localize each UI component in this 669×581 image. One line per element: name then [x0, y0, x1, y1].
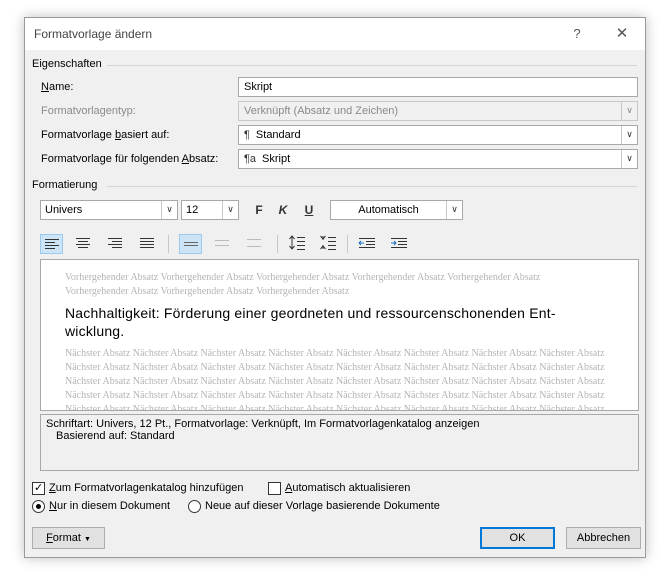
italic-button[interactable]: K	[275, 201, 291, 219]
close-icon[interactable]: ✕	[612, 24, 632, 44]
toolbar-separator	[347, 235, 348, 253]
sample-text: Nachhaltigkeit: Förderung einer geordnet…	[65, 305, 556, 339]
align-center-button[interactable]	[72, 234, 95, 254]
one-half-spacing-icon	[215, 240, 229, 246]
dialog-title: Formatvorlage ändern	[34, 27, 153, 41]
properties-section-label: Eigenschaften	[32, 58, 102, 70]
align-center-icon	[76, 238, 90, 248]
style-type-value: Verknüpft (Absatz und Zeichen)	[244, 105, 399, 117]
previous-paragraph-text: Vorhergehender Absatz Vorhergehender Abs…	[65, 272, 541, 297]
toolbar-separator	[277, 235, 278, 253]
next-paragraph-value: Skript	[262, 153, 291, 165]
align-left-button[interactable]	[40, 234, 63, 254]
only-this-document-label[interactable]: Nur in diesem Dokument	[49, 500, 170, 512]
increase-indent-button[interactable]	[387, 234, 410, 254]
checkmark-icon: ✓	[34, 482, 44, 494]
auto-update-checkbox[interactable]	[268, 482, 281, 495]
justify-icon	[140, 238, 154, 248]
based-on-select[interactable]: ¶ Standard ∨	[238, 125, 638, 145]
based-on-label: Formatvorlage basiert auf:	[41, 129, 170, 141]
based-on-value: Standard	[255, 129, 301, 141]
spacing-after-icon	[320, 235, 336, 250]
name-input[interactable]: Skript	[238, 77, 638, 97]
new-documents-label[interactable]: Neue auf dieser Vorlage basierende Dokum…	[205, 500, 440, 512]
single-spacing-button[interactable]	[179, 234, 202, 254]
radio-selected-dot	[36, 504, 41, 509]
ok-button[interactable]: OK	[480, 527, 555, 549]
align-right-button[interactable]	[104, 234, 127, 254]
formatting-divider	[107, 186, 637, 187]
chevron-down-icon[interactable]: ∨	[222, 201, 238, 219]
decrease-spacing-before-button[interactable]	[316, 234, 339, 254]
font-value: Univers	[45, 204, 83, 216]
add-to-gallery-label[interactable]: Zum Formatvorlagenkatalog hinzufügen	[49, 482, 243, 494]
linked-style-icon: ¶a	[244, 153, 257, 165]
only-this-document-radio[interactable]	[32, 500, 45, 513]
align-left-icon	[45, 239, 59, 249]
next-paragraph-text: Nächster Absatz Nächster Absatz Nächster…	[65, 348, 605, 411]
auto-update-label[interactable]: Automatisch aktualisieren	[285, 482, 410, 494]
align-right-icon	[108, 238, 122, 248]
help-icon[interactable]: ?	[567, 24, 587, 44]
toolbar-separator	[168, 235, 169, 253]
one-half-spacing-button[interactable]	[211, 234, 234, 254]
title-bar: Formatvorlage ändern ? ✕	[25, 18, 645, 50]
next-paragraph-label: Formatvorlage für folgenden Absatz:	[41, 153, 219, 165]
style-preview: Vorhergehender Absatz Vorhergehender Abs…	[40, 259, 639, 411]
chevron-down-icon[interactable]: ∨	[161, 201, 177, 219]
underline-button[interactable]: U	[301, 201, 317, 219]
next-paragraph-select[interactable]: ¶a Skript ∨	[238, 149, 638, 169]
caret-down-icon: ▼	[83, 536, 91, 543]
bold-button[interactable]: F	[251, 201, 267, 219]
chevron-down-icon[interactable]: ∨	[621, 126, 637, 144]
font-size-value: 12	[186, 204, 199, 216]
spacing-before-icon	[289, 235, 305, 250]
font-color-select[interactable]: Automatisch ∨	[330, 200, 463, 220]
increase-indent-icon	[391, 238, 407, 248]
single-spacing-icon	[184, 242, 198, 246]
description-line: Basierend auf: Standard	[56, 430, 175, 442]
modify-style-dialog: Formatvorlage ändern ? ✕ Eigenschaften N…	[24, 17, 646, 558]
cancel-button[interactable]: Abbrechen	[566, 527, 641, 549]
chevron-down-icon[interactable]: ∨	[621, 150, 637, 168]
style-description: Schriftart: Univers, 12 Pt., Formatvorla…	[40, 414, 639, 471]
add-to-gallery-checkbox[interactable]: ✓	[32, 482, 45, 495]
style-type-label: Formatvorlagentyp:	[41, 105, 136, 117]
chevron-down-icon[interactable]: ∨	[446, 201, 462, 219]
font-size-select[interactable]: 12 ∨	[181, 200, 239, 220]
name-label: Name:	[41, 81, 74, 93]
font-color-value: Automatisch	[358, 204, 419, 216]
paragraph-style-icon: ¶	[244, 129, 250, 141]
style-type-select: Verknüpft (Absatz und Zeichen) ∨	[238, 101, 638, 121]
double-spacing-icon	[247, 239, 261, 247]
double-spacing-button[interactable]	[243, 234, 266, 254]
new-documents-radio[interactable]	[188, 500, 201, 513]
decrease-indent-button[interactable]	[355, 234, 378, 254]
chevron-down-icon: ∨	[621, 102, 637, 120]
description-line: Schriftart: Univers, 12 Pt., Formatvorla…	[46, 418, 480, 430]
properties-divider	[107, 65, 637, 66]
increase-spacing-before-button[interactable]	[285, 234, 308, 254]
name-value: Skript	[244, 81, 273, 93]
font-select[interactable]: Univers ∨	[40, 200, 178, 220]
justify-button[interactable]	[136, 234, 159, 254]
format-menu-button[interactable]: Format ▼	[32, 527, 105, 549]
decrease-indent-icon	[358, 238, 375, 248]
formatting-section-label: Formatierung	[32, 179, 98, 191]
